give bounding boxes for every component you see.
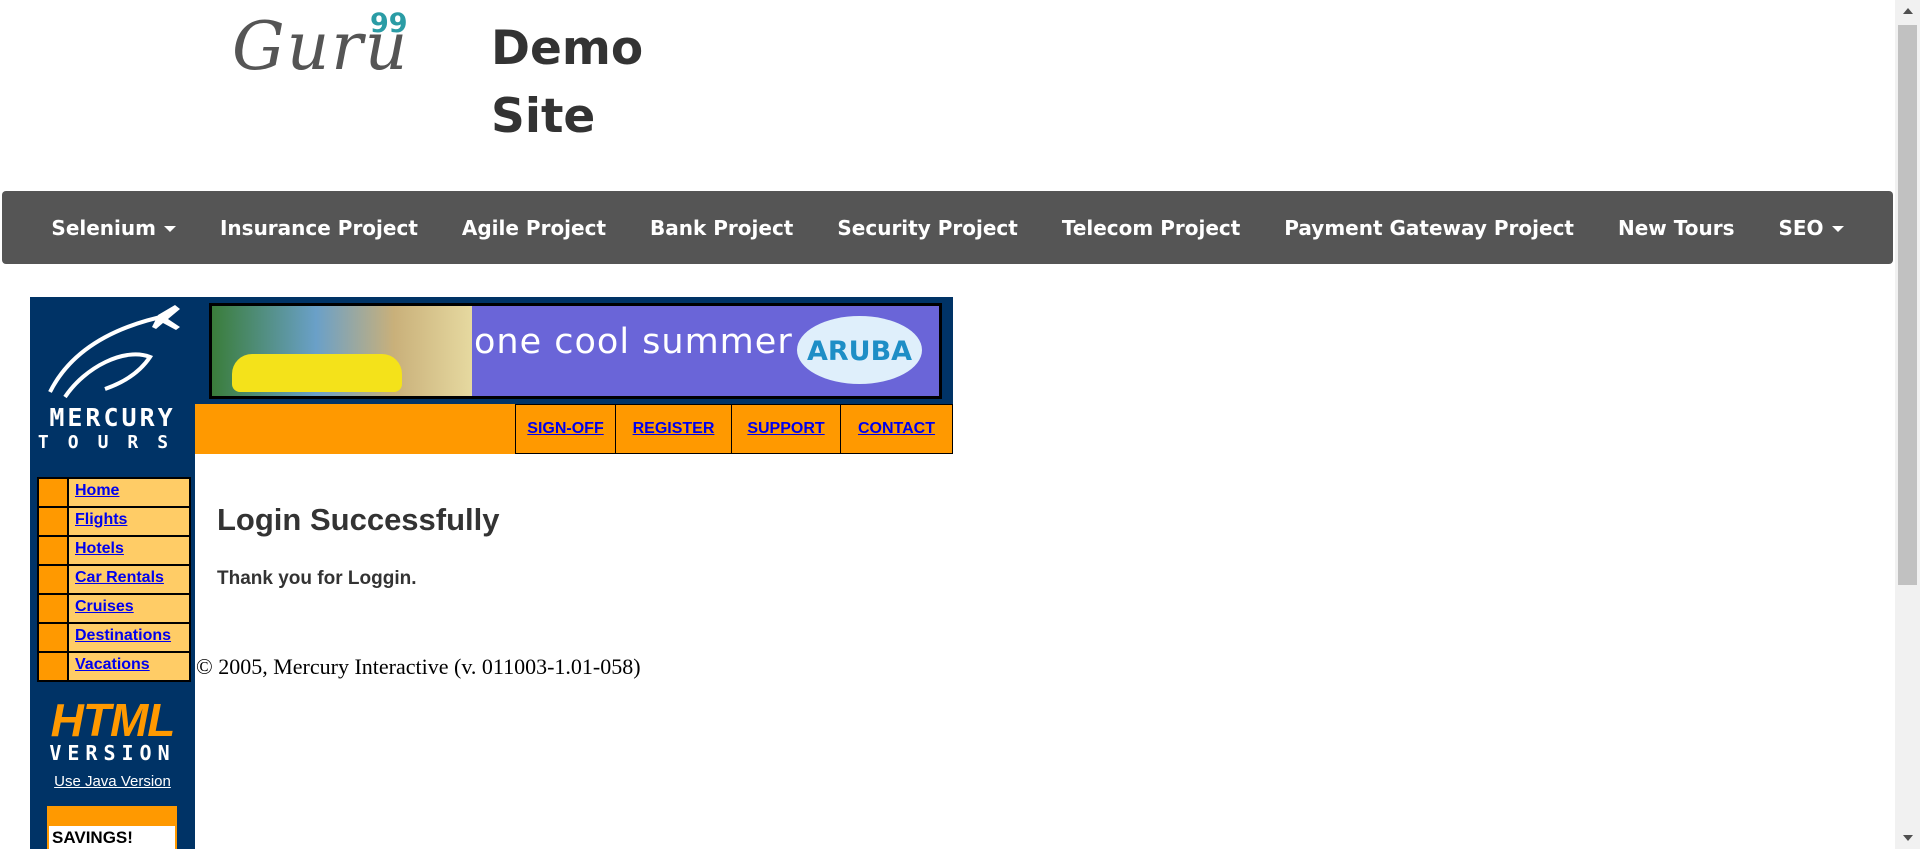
sign-off-link[interactable]: SIGN-OFF	[516, 405, 616, 453]
sidebar-item-vacations: Vacations	[39, 653, 189, 680]
sidebar-item-home: Home	[39, 479, 189, 506]
nav-item-insurance-project[interactable]: Insurance Project	[198, 216, 440, 240]
nav-item-agile-project[interactable]: Agile Project	[440, 216, 628, 240]
nav-item-telecom-project[interactable]: Telecom Project	[1040, 216, 1262, 240]
nav-item-new-tours[interactable]: New Tours	[1596, 216, 1756, 240]
top-links: SIGN-OFF REGISTER SUPPORT CONTACT	[515, 404, 953, 454]
sidebar-item-cruises: Cruises	[39, 595, 189, 622]
menu-bullet	[39, 595, 67, 622]
scroll-down-arrow-icon[interactable]	[1903, 835, 1913, 841]
nav-label: Selenium	[51, 215, 156, 240]
page-title: Login Successfully	[217, 502, 500, 537]
savings-ad[interactable]: SAVINGS!	[47, 806, 177, 849]
banner-strip: one cool summer ARUBA	[195, 297, 953, 404]
html-version-badge: HTML VERSION	[30, 697, 195, 767]
sidebar-item-destinations: Destinations	[39, 624, 189, 651]
left-sidebar: MERCURY TOURS Home Flights Hotels Car Re…	[30, 297, 195, 849]
mercury-word: MERCURY	[49, 403, 176, 432]
nav-item-payment-gateway-project[interactable]: Payment Gateway Project	[1262, 216, 1596, 240]
aruba-logo: ARUBA	[797, 316, 922, 384]
tours-word: TOURS	[37, 432, 188, 453]
menu-bullet	[39, 653, 67, 680]
menu-bullet	[39, 508, 67, 535]
sidebar-link-hotels[interactable]: Hotels	[69, 537, 189, 564]
guru99-logo[interactable]: Guru 99	[232, 8, 412, 84]
nav-item-security-project[interactable]: Security Project	[815, 216, 1039, 240]
contact-link[interactable]: CONTACT	[841, 405, 953, 453]
support-link[interactable]: SUPPORT	[732, 405, 841, 453]
airplane-logo-icon	[48, 305, 180, 399]
logo-superscript: 99	[370, 8, 408, 39]
aruba-banner-ad[interactable]: one cool summer ARUBA	[209, 303, 942, 399]
use-java-version-link[interactable]: Use Java Version	[30, 773, 195, 790]
html-version-big: HTML	[50, 694, 176, 746]
banner-photo	[212, 306, 472, 396]
sidebar-link-home[interactable]: Home	[69, 479, 189, 506]
banner-text: one cool summer	[474, 322, 793, 362]
sidebar-menu: Home Flights Hotels Car Rentals Cruises …	[37, 477, 191, 682]
menu-bullet	[39, 479, 67, 506]
vertical-scrollbar[interactable]	[1895, 0, 1920, 849]
sidebar-link-flights[interactable]: Flights	[69, 508, 189, 535]
nav-item-seo[interactable]: SEO	[1756, 216, 1865, 240]
menu-bullet	[39, 537, 67, 564]
nav-item-bank-project[interactable]: Bank Project	[628, 216, 815, 240]
sidebar-item-car-rentals: Car Rentals	[39, 566, 189, 593]
success-message: Thank you for Loggin.	[217, 568, 417, 589]
sidebar-link-vacations[interactable]: Vacations	[69, 653, 189, 680]
sidebar-link-car-rentals[interactable]: Car Rentals	[69, 566, 189, 593]
scroll-up-arrow-icon[interactable]	[1903, 8, 1913, 14]
caret-down-icon	[1831, 226, 1844, 232]
aruba-brand-text: ARUBA	[806, 336, 913, 367]
main-navbar: Selenium Insurance Project Agile Project…	[2, 191, 1893, 264]
site-title: Demo Site	[491, 21, 644, 144]
caret-down-icon	[163, 226, 176, 232]
nav-label: SEO	[1778, 215, 1824, 240]
sidebar-item-hotels: Hotels	[39, 537, 189, 564]
sidebar-link-cruises[interactable]: Cruises	[69, 595, 189, 622]
banner-raft-image	[232, 354, 402, 392]
top-links-bar: SIGN-OFF REGISTER SUPPORT CONTACT	[195, 404, 953, 454]
sidebar-link-destinations[interactable]: Destinations	[69, 624, 189, 651]
html-version-small: VERSION	[49, 741, 176, 765]
savings-text: SAVINGS!	[49, 826, 175, 849]
menu-bullet	[39, 566, 67, 593]
menu-bullet	[39, 624, 67, 651]
sidebar-item-flights: Flights	[39, 508, 189, 535]
mercury-tours-logo[interactable]: MERCURY TOURS	[30, 297, 195, 457]
register-link[interactable]: REGISTER	[616, 405, 732, 453]
copyright-text: © 2005, Mercury Interactive (v. 011003-1…	[196, 654, 641, 679]
scrollbar-thumb[interactable]	[1898, 25, 1917, 585]
nav-item-selenium[interactable]: Selenium	[29, 216, 198, 240]
